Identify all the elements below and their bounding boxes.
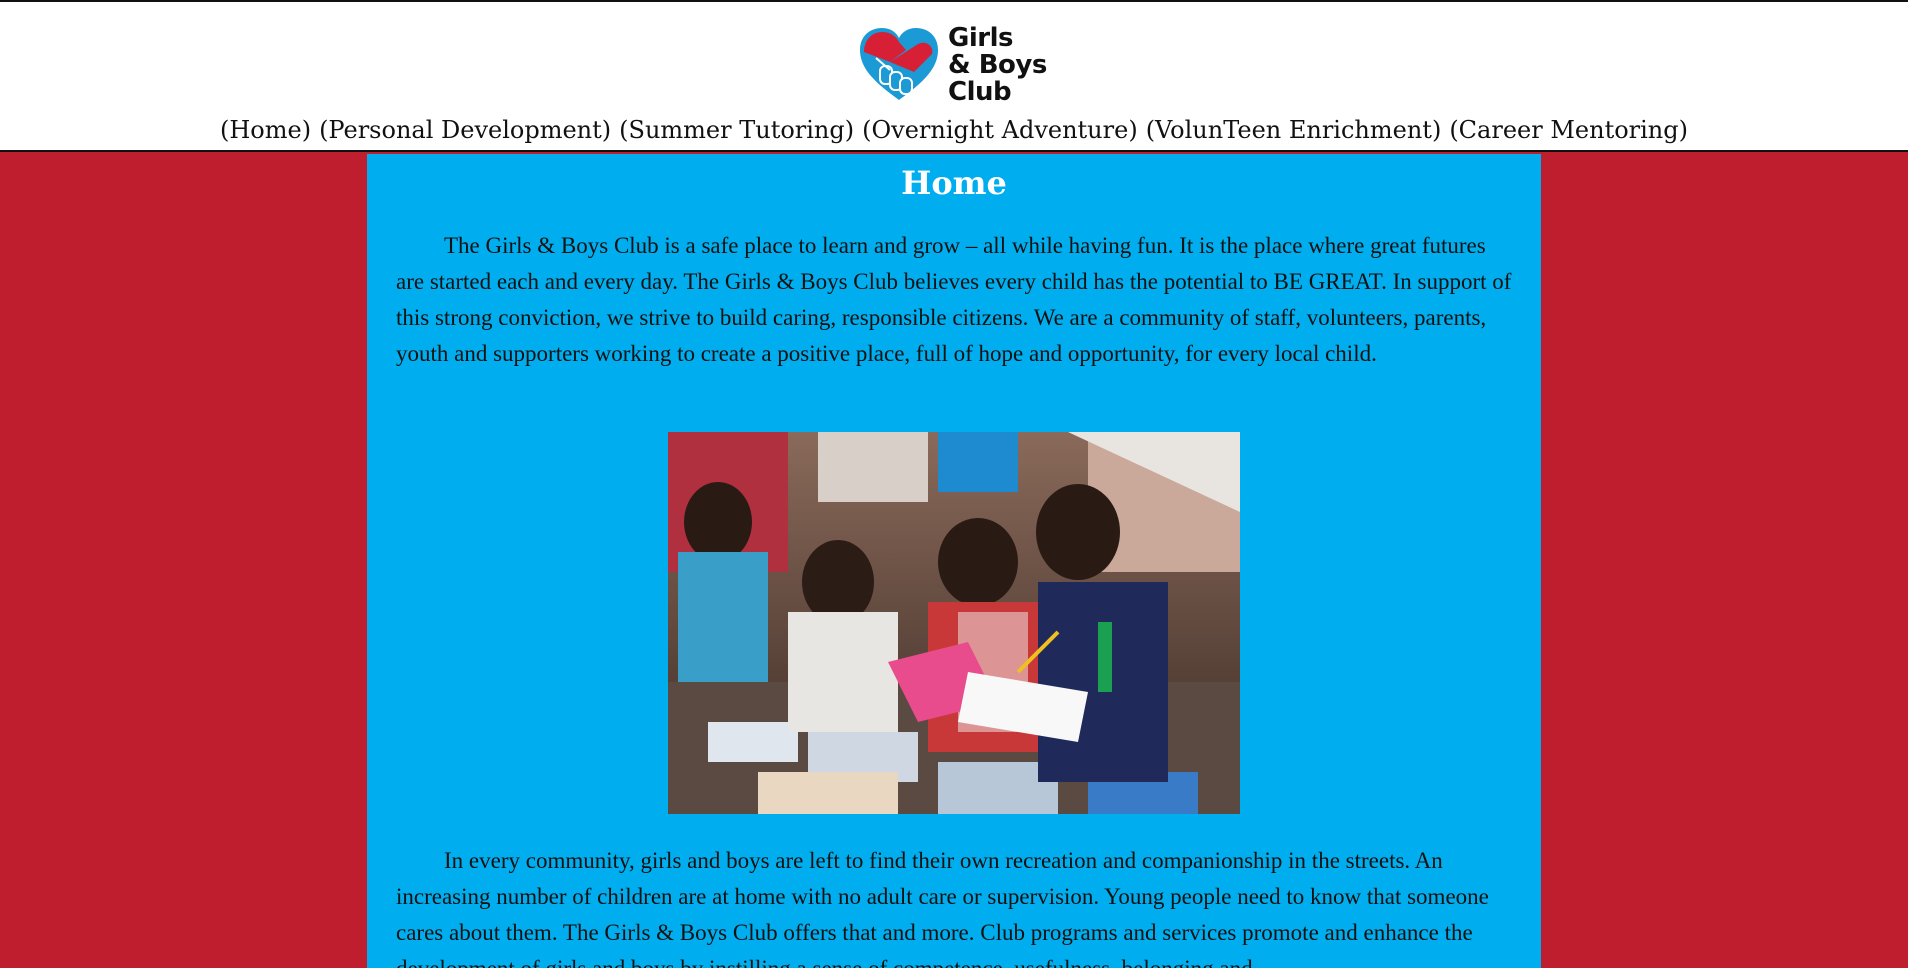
main-nav: (Home) (Personal Development) (Summer Tu… xyxy=(0,110,1908,150)
children-reading-photo xyxy=(668,432,1240,814)
main-content: Home The Girls & Boys Club is a safe pla… xyxy=(367,154,1541,968)
nav-item-personal-development[interactable]: (Personal Development) xyxy=(319,116,611,144)
site-header: Girls & Boys Club (Home) (Personal Devel… xyxy=(0,0,1908,152)
nav-item-volunteen-enrichment[interactable]: (VolunTeen Enrichment) xyxy=(1146,116,1442,144)
logo-line-club: Club xyxy=(948,76,1012,107)
logo-wordmark: Girls & Boys Club xyxy=(948,22,1047,107)
handshake-heart-icon xyxy=(860,28,938,100)
intro-paragraph: The Girls & Boys Club is a safe place to… xyxy=(396,233,1512,366)
nav-item-career-mentoring[interactable]: (Career Mentoring) xyxy=(1449,116,1688,144)
nav-item-overnight-adventure[interactable]: (Overnight Adventure) xyxy=(862,116,1138,144)
nav-item-home[interactable]: (Home) xyxy=(220,116,311,144)
page-title: Home xyxy=(901,164,1007,202)
site-logo[interactable]: Girls & Boys Club xyxy=(856,22,1052,108)
nav-item-summer-tutoring[interactable]: (Summer Tutoring) xyxy=(619,116,854,144)
logo-line-girls: Girls xyxy=(948,22,1013,53)
community-paragraph: In every community, girls and boys are l… xyxy=(396,848,1489,968)
logo-line-boys: & Boys xyxy=(948,49,1047,80)
